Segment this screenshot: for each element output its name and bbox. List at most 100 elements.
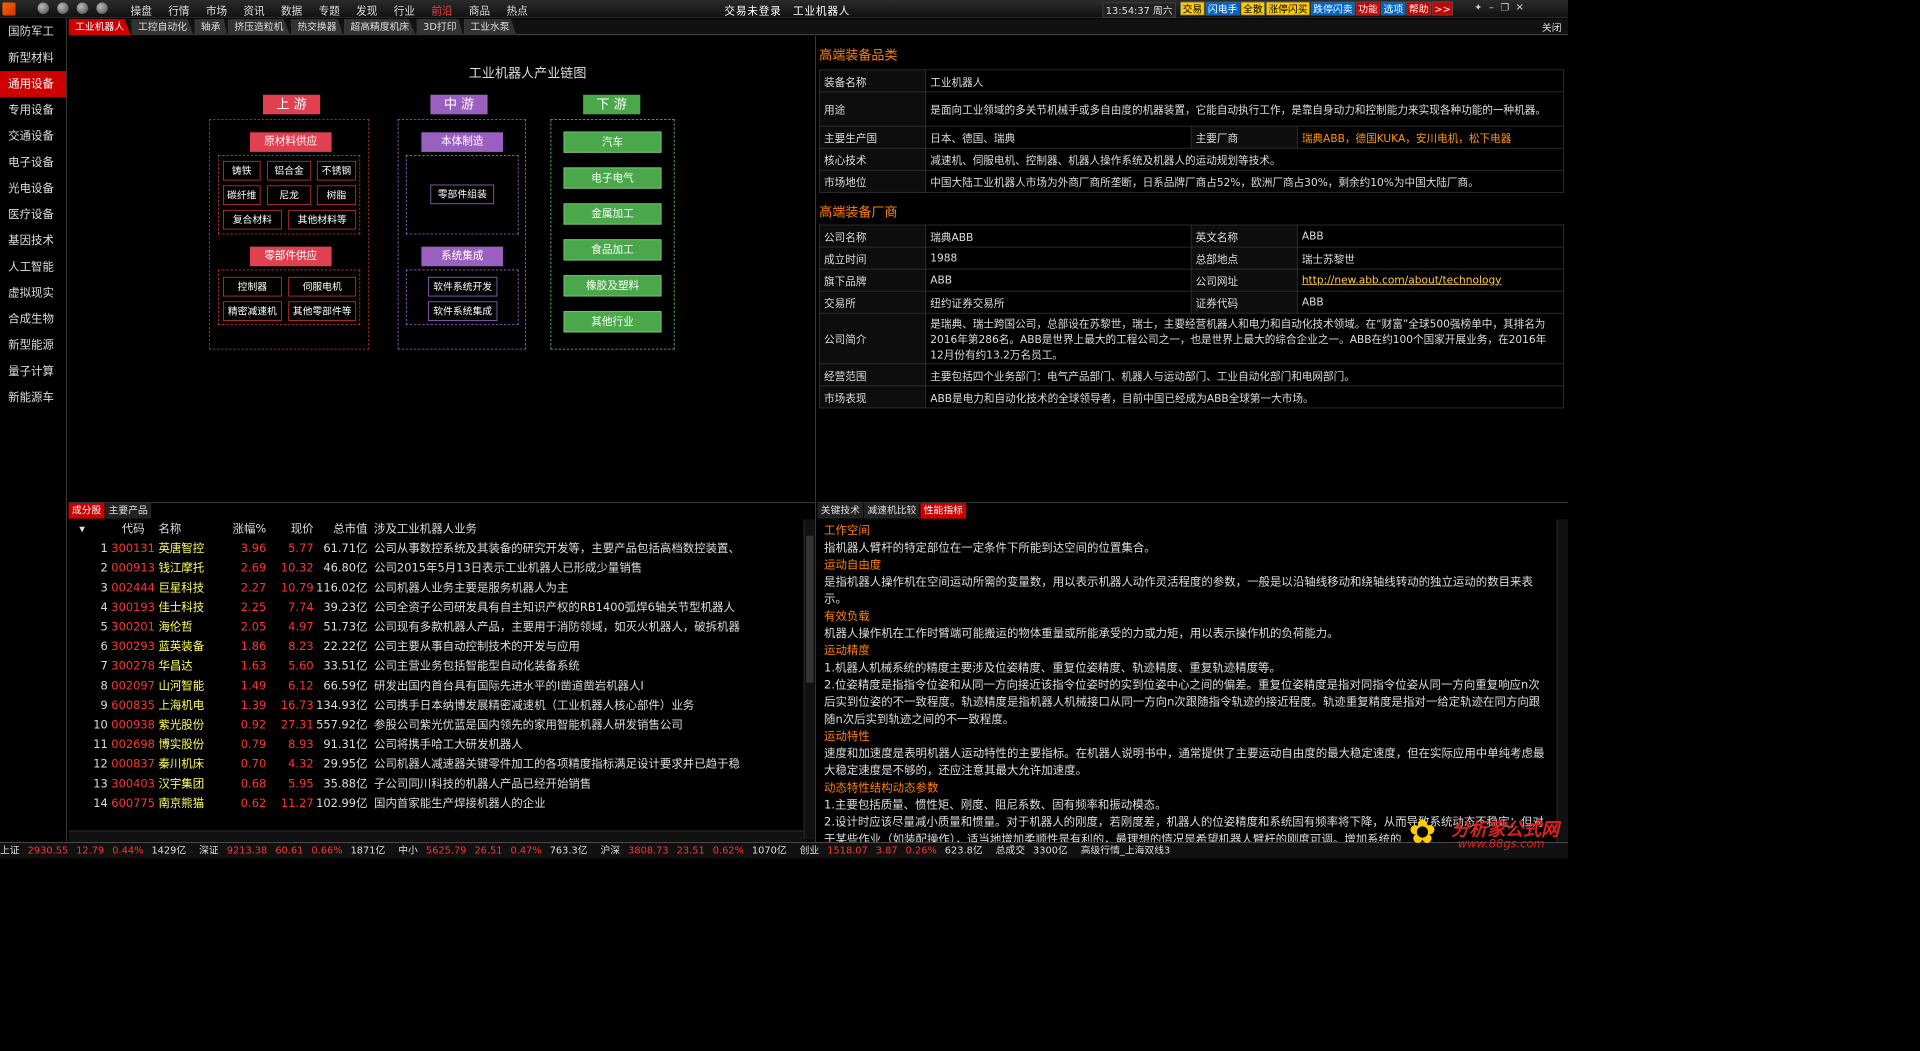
tab[interactable]: 超高精度机床 <box>343 18 416 36</box>
sidebar-item[interactable]: 光电设备 <box>0 176 66 202</box>
menu-item[interactable]: 专题 <box>310 2 348 18</box>
cell-key: 公司简介 <box>819 312 927 365</box>
sidebar-item[interactable]: 电子设备 <box>0 149 66 175</box>
close-icon[interactable]: ✕ <box>1516 2 1531 13</box>
sidebar-item[interactable]: 虚拟现实 <box>0 280 66 306</box>
industry-tabs: 工业机器人 工控自动化 轴承 挤压造粒机 热交换器 超高精度机床 3D打印 工业水泵 关闭 <box>68 18 1569 36</box>
sidebar-item[interactable]: 人工智能 <box>0 254 66 280</box>
index-zx[interactable]: 中小 5625.79 26.51 0.47% 763.3亿 <box>398 844 592 855</box>
more-button[interactable]: >> <box>1431 1 1454 16</box>
close-all-button[interactable]: 关闭 <box>1542 20 1562 34</box>
flash-button[interactable]: 闪电手 <box>1205 1 1240 16</box>
tab-performance[interactable]: 性能指标 <box>920 503 967 519</box>
sidebar-item[interactable]: 合成生物 <box>0 306 66 332</box>
table-row[interactable]: 5 300201 海伦哲 2.05 4.97 51.73亿 公司现有多款机器人产品，主要用于… <box>69 617 815 637</box>
vertical-scrollbar[interactable] <box>803 519 816 840</box>
tab[interactable]: 挤压造粒机 <box>227 18 290 36</box>
tab[interactable]: 工控自动化 <box>131 18 194 36</box>
tab-key-tech[interactable]: 关键技术 <box>817 503 864 519</box>
table-row[interactable]: 4 300193 佳士科技 2.25 7.74 39.23亿 公司全资子公司研发具有自主知识… <box>69 598 815 618</box>
tab[interactable]: 3D打印 <box>416 18 464 36</box>
stock-change: 0.79 <box>240 738 267 752</box>
index-hs[interactable]: 沪深 3808.73 23.51 0.62% 1070亿 <box>600 844 791 855</box>
maximize-icon[interactable]: ❐ <box>1500 2 1515 13</box>
menu-item[interactable]: 资讯 <box>235 2 273 18</box>
sidebar-item[interactable]: 专用设备 <box>0 97 66 123</box>
index-sh[interactable]: 上证 2930.55 12.79 0.44% 1429亿 <box>0 844 191 855</box>
sidebar-item[interactable]: 新能源车 <box>0 385 66 411</box>
round-button-2[interactable] <box>57 2 69 14</box>
table-row[interactable]: 2 000913 钱江摩托 2.69 10.32 46.80亿 公司2015年5月13日表示… <box>69 559 815 579</box>
menu-item[interactable]: 操盘 <box>123 2 161 18</box>
limit-down-sell-button[interactable]: 跌停闪卖 <box>1310 1 1355 16</box>
vertical-scrollbar[interactable] <box>1556 519 1569 843</box>
menu-item[interactable]: 数据 <box>273 2 311 18</box>
col-name[interactable]: 名称 <box>158 519 215 539</box>
cell-value: 1988 <box>925 246 1192 270</box>
options-button[interactable]: 选项 <box>1381 1 1406 16</box>
round-button-1[interactable] <box>37 2 50 14</box>
tab[interactable]: 工业水泵 <box>463 18 517 36</box>
table-row[interactable]: 3 002444 巨星科技 2.27 10.79 116.02亿 公司机器人业务主要是服务机… <box>69 578 815 598</box>
col-market-cap[interactable]: 总市值 <box>314 519 367 539</box>
sort-arrow-icon[interactable]: ▾ <box>69 519 85 539</box>
horizontal-scrollbar[interactable] <box>68 830 804 843</box>
round-button-4[interactable] <box>96 2 108 14</box>
stock-business: 公司机器人减速器关键零件加工的各项精度指标满足设计要求并已趋于稳 <box>374 757 740 771</box>
sidebar-item[interactable]: 国防军工 <box>0 19 66 45</box>
table-row[interactable]: 11 002698 博实股份 0.79 8.93 91.31亿 公司将携手哈工大研发机器人 <box>69 735 815 755</box>
minimize-icon[interactable]: – <box>1489 2 1500 13</box>
stock-price: 11.27 <box>280 797 314 811</box>
menu-item[interactable]: 行业 <box>386 2 424 18</box>
round-button-3[interactable] <box>76 2 89 14</box>
function-button[interactable]: 功能 <box>1355 1 1381 16</box>
scroll-thumb[interactable] <box>806 535 814 683</box>
tab-constituents[interactable]: 成分股 <box>68 503 105 519</box>
tab-active[interactable]: 工业机器人 <box>68 18 131 36</box>
spec-text: 指机器人臂杆的特定部位在一定条件下所能到达空间的位置集合。 <box>824 541 1156 555</box>
index-cy[interactable]: 创业 1518.07 3.87 0.26% 623.8亿 <box>800 844 988 855</box>
tab-main-products[interactable]: 主要产品 <box>105 503 152 519</box>
sidebar-item[interactable]: 量子计算 <box>0 359 66 385</box>
company-url-link[interactable]: http://new.abb.com/about/technology <box>1296 268 1564 292</box>
sidebar-item[interactable]: 交通设备 <box>0 123 66 149</box>
table-row[interactable]: 6 300293 蓝英装备 1.86 8.23 22.22亿 公司主要从事自动控制技术的开发… <box>69 637 815 657</box>
menu-item[interactable]: 行情 <box>160 2 198 18</box>
tab[interactable]: 热交换器 <box>290 18 344 36</box>
col-change[interactable]: 涨幅% <box>216 519 267 539</box>
menu-item[interactable]: 市场 <box>198 2 236 18</box>
cell-key: 主要生产国 <box>819 125 927 149</box>
table-row[interactable]: 14 600775 南京熊猫 0.62 11.27 102.99亿 国内首家能生产焊接机器人… <box>69 794 815 814</box>
table-row[interactable]: 12 000837 秦川机床 0.70 4.32 29.95亿 公司机器人减速器关键零件加工… <box>69 755 815 775</box>
menu-item[interactable]: 热点 <box>498 2 536 18</box>
help-button[interactable]: 帮助 <box>1406 1 1431 16</box>
table-row[interactable]: 8 002097 山河智能 1.49 6.12 66.59亿 研发出国内首台具有国际先进水平… <box>69 676 815 696</box>
menu-item[interactable]: 商品 <box>461 2 499 18</box>
tab[interactable]: 轴承 <box>194 18 228 36</box>
row-index: 8 <box>100 679 108 693</box>
cell-key: 主要厂商 <box>1190 125 1298 149</box>
server-name[interactable]: 高级行情_上海双线3 <box>1081 844 1171 855</box>
pin-icon[interactable]: ✦ <box>1474 2 1489 13</box>
tab-reducer-compare[interactable]: 减速机比较 <box>864 503 920 519</box>
sidebar-item[interactable]: 基因技术 <box>0 228 66 254</box>
trade-button[interactable]: 交易 <box>1180 1 1205 16</box>
col-code[interactable]: 代码 <box>108 519 159 539</box>
login-status[interactable]: 交易未登录 <box>724 6 781 18</box>
sidebar-item[interactable]: 医疗设备 <box>0 202 66 228</box>
menu-item[interactable]: 发现 <box>348 2 386 18</box>
table-row[interactable]: 1 300131 英唐智控 3.96 5.77 61.71亿 公司从事数控系统及其装备的研究… <box>69 539 815 559</box>
sidebar-item-active[interactable]: 通用设备 <box>0 71 67 98</box>
col-business[interactable]: 涉及工业机器人业务 <box>368 519 816 539</box>
table-row[interactable]: 10 000938 紫光股份 0.92 27.31 557.92亿 参股公司紫光优蓝是国内领… <box>69 715 815 735</box>
index-sz[interactable]: 深证 9213.38 60.61 0.66% 1871亿 <box>199 844 390 855</box>
limit-up-buy-button[interactable]: 涨停闪买 <box>1265 1 1311 16</box>
table-row[interactable]: 7 300278 华昌达 1.63 5.60 33.51亿 公司主营业务包括智能型自动化装备… <box>69 657 815 677</box>
scatter-button[interactable]: 全散 <box>1240 1 1266 16</box>
menu-item-active[interactable]: 前沿 <box>423 2 461 18</box>
sidebar-item[interactable]: 新型能源 <box>0 332 66 358</box>
sidebar-item[interactable]: 新型材料 <box>0 45 66 71</box>
table-row[interactable]: 9 600835 上海机电 1.39 16.73 134.93亿 公司携手日本纳博发展精密减… <box>69 696 815 716</box>
table-row[interactable]: 13 300403 汉宇集团 0.68 5.95 35.88亿 子公司同川科技的机器人产品已… <box>69 774 815 794</box>
col-price[interactable]: 现价 <box>266 519 314 539</box>
